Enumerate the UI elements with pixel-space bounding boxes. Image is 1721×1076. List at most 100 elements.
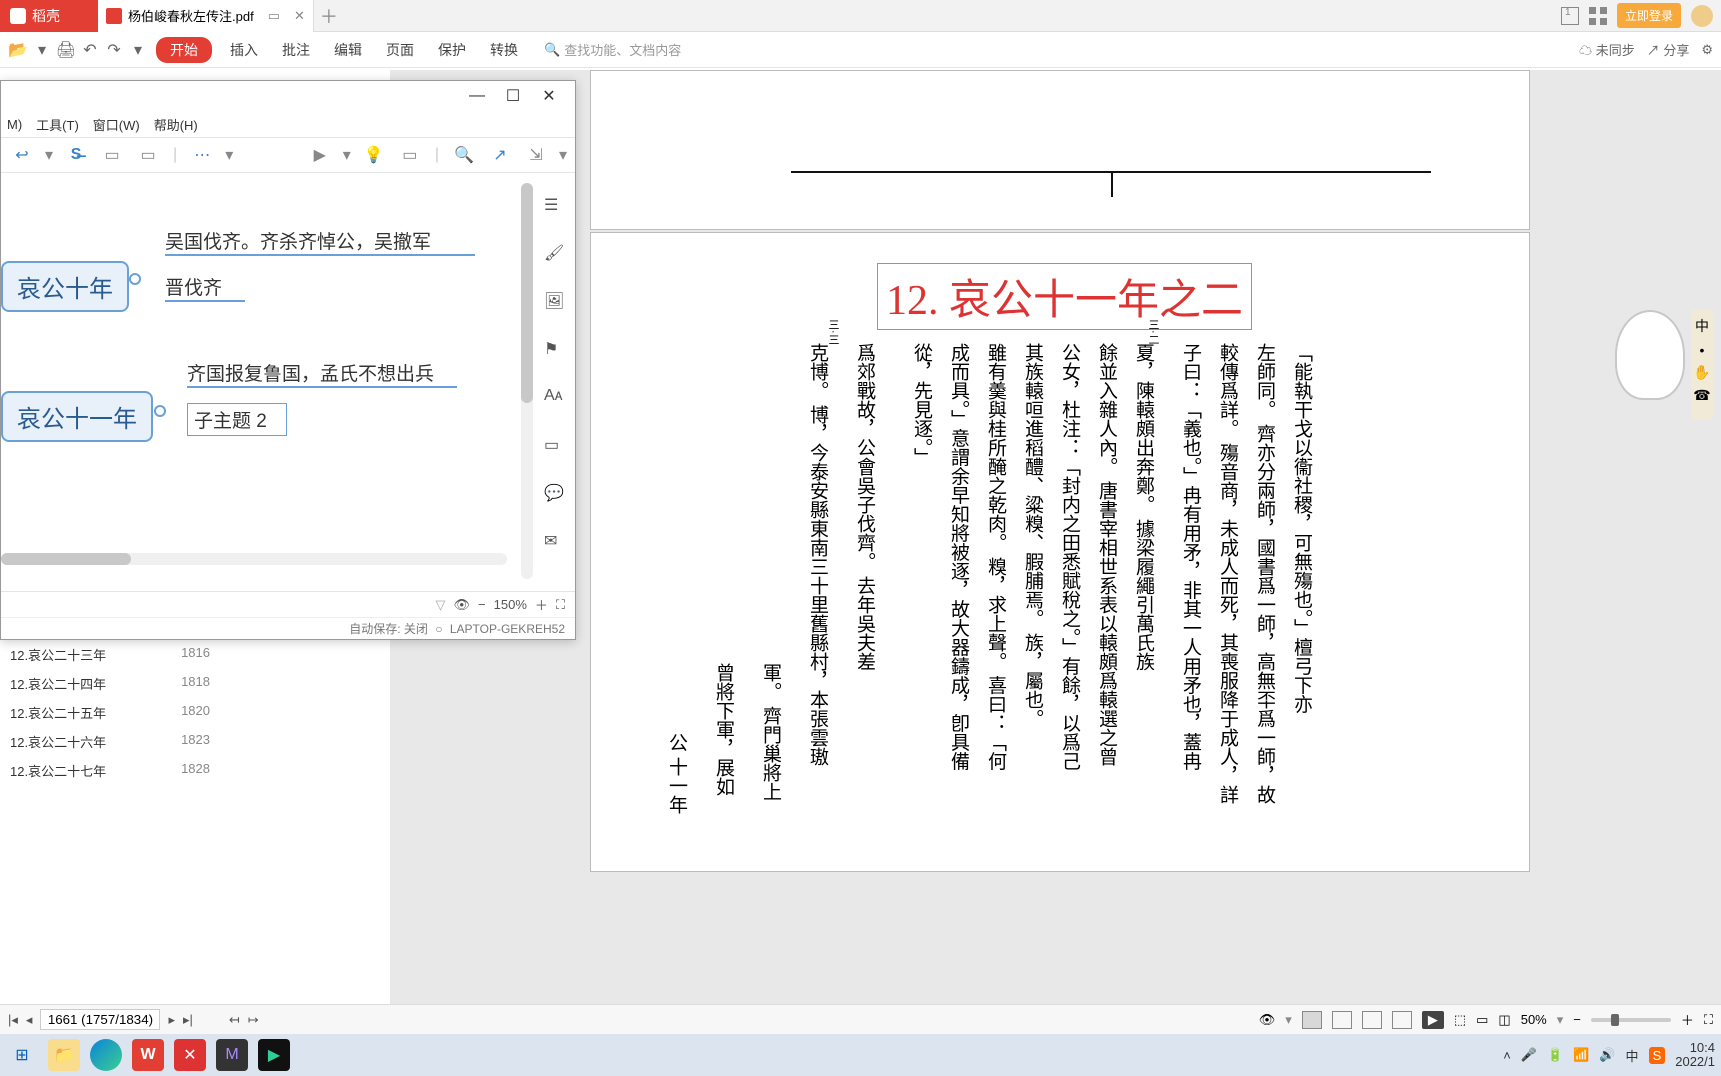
pdf-viewport[interactable]: 12. 哀公十一年之二 三·二 三·三 「能執干戈以衞社稷，可無殤也。」檀弓下亦… bbox=[390, 70, 1721, 1034]
fit-width-icon[interactable]: ⬚ bbox=[1454, 1012, 1466, 1028]
back-nav-icon[interactable]: ↤ bbox=[229, 1012, 240, 1028]
close-tab-icon[interactable]: ✕ bbox=[294, 8, 305, 24]
avatar-icon[interactable] bbox=[1691, 5, 1713, 27]
login-button[interactable]: 立即登录 bbox=[1617, 3, 1681, 28]
node-year11-child2[interactable]: 子主题 2 bbox=[187, 403, 287, 436]
apps-grid-icon[interactable] bbox=[1589, 7, 1607, 25]
tab-convert[interactable]: 转换 bbox=[480, 40, 528, 60]
settings-icon[interactable]: ⚙ bbox=[1701, 42, 1713, 58]
zoom-knob[interactable] bbox=[1611, 1014, 1619, 1026]
more-dropdown-icon[interactable]: ▾ bbox=[128, 41, 148, 59]
hscroll-thumb[interactable] bbox=[1, 553, 131, 565]
new-tab-button[interactable]: ＋ bbox=[314, 3, 344, 29]
terminal-icon[interactable]: ▶ bbox=[258, 1039, 290, 1071]
clock[interactable]: 10:4 2022/1 bbox=[1675, 1041, 1715, 1070]
outline-item[interactable]: 12.哀公二十四年1818 bbox=[0, 669, 220, 698]
slideshow-icon[interactable]: ▶ bbox=[1422, 1011, 1444, 1029]
open-icon[interactable]: 📂 bbox=[8, 41, 28, 59]
node-year10-child2[interactable]: 晋伐齐 bbox=[165, 273, 245, 302]
flag-icon[interactable]: ⚑ bbox=[544, 339, 566, 361]
zoom-slider[interactable] bbox=[1591, 1018, 1671, 1022]
two-page-icon[interactable] bbox=[1362, 1011, 1382, 1029]
sync-status[interactable]: ☁ 未同步 bbox=[1579, 40, 1635, 59]
edge-icon[interactable] bbox=[90, 1039, 122, 1071]
tray-wifi-icon[interactable]: 📶 bbox=[1573, 1047, 1589, 1063]
mindmap-titlebar[interactable]: — ☐ ✕ bbox=[1, 81, 575, 111]
close-icon[interactable]: ✕ bbox=[531, 86, 567, 106]
vscrollbar[interactable] bbox=[521, 183, 533, 579]
fit-page-icon[interactable]: ▭ bbox=[1476, 1012, 1488, 1028]
start-button[interactable]: ⊞ bbox=[6, 1039, 38, 1071]
tray-mic-icon[interactable]: 🎤 bbox=[1521, 1047, 1537, 1063]
expand-dot[interactable] bbox=[129, 273, 141, 285]
filter-icon[interactable]: ▽ bbox=[436, 597, 446, 613]
assistant-opt[interactable]: ☎ bbox=[1693, 387, 1710, 404]
find-icon[interactable]: 🔍 bbox=[451, 144, 477, 166]
tray-chevron-icon[interactable]: ˄ bbox=[1503, 1048, 1511, 1063]
assistant-mascot[interactable] bbox=[1615, 310, 1685, 400]
assistant-opt[interactable]: 中 bbox=[1695, 316, 1709, 336]
wps-icon[interactable]: W bbox=[132, 1039, 164, 1071]
explorer-icon[interactable]: 📁 bbox=[48, 1039, 80, 1071]
undo-icon[interactable]: ↶ bbox=[80, 41, 100, 59]
menu-tools[interactable]: 工具(T) bbox=[36, 115, 79, 134]
first-page-icon[interactable]: |◂ bbox=[8, 1012, 18, 1028]
assistant-opt[interactable]: • bbox=[1700, 342, 1705, 358]
tray-ime-icon[interactable]: 中 bbox=[1626, 1046, 1639, 1065]
minimize-icon[interactable]: — bbox=[459, 87, 495, 105]
tab-start[interactable]: 开始 bbox=[156, 37, 212, 63]
single-page-icon[interactable] bbox=[1302, 1011, 1322, 1029]
search-input[interactable]: 🔍查找功能、文档内容 bbox=[544, 40, 681, 59]
share-icon[interactable]: ↗ bbox=[487, 144, 513, 166]
doc2-icon[interactable]: ▭ bbox=[135, 144, 161, 166]
restore-icon[interactable]: ▭ bbox=[268, 8, 280, 24]
outline-item[interactable]: 12.哀公二十七年1828 bbox=[0, 756, 220, 785]
xmind-icon[interactable]: ✕ bbox=[174, 1039, 206, 1071]
outline-item[interactable]: 12.哀公二十五年1820 bbox=[0, 698, 220, 727]
image-icon[interactable]: 🖼 bbox=[544, 291, 566, 313]
text-icon[interactable]: Aᴀ bbox=[544, 387, 566, 409]
continuous-icon[interactable] bbox=[1332, 1011, 1352, 1029]
format-icon[interactable]: 🖌 bbox=[544, 243, 566, 265]
zoom-value[interactable]: 50% bbox=[1521, 1012, 1547, 1027]
next-page-icon[interactable]: ▸ bbox=[168, 1012, 175, 1028]
fwd-nav-icon[interactable]: ↦ bbox=[248, 1012, 259, 1028]
menu-help[interactable]: 帮助(H) bbox=[154, 115, 198, 134]
outline-item[interactable]: 12.哀公二十六年1823 bbox=[0, 727, 220, 756]
home-tab[interactable]: 稻壳 bbox=[0, 0, 98, 32]
play-icon[interactable]: ▶ bbox=[307, 144, 333, 166]
idea-icon[interactable]: 💡 bbox=[361, 144, 387, 166]
tray-battery-icon[interactable]: 🔋 bbox=[1547, 1047, 1563, 1063]
layout-icon[interactable]: ▭ bbox=[397, 144, 423, 166]
tab-review[interactable]: 批注 bbox=[272, 40, 320, 60]
maximize-icon[interactable]: ☐ bbox=[495, 86, 531, 106]
export-icon[interactable]: ⇲ bbox=[523, 144, 549, 166]
share-button[interactable]: ↗ 分享 bbox=[1647, 40, 1690, 59]
page-input[interactable] bbox=[40, 1009, 160, 1030]
last-page-icon[interactable]: ▸| bbox=[183, 1012, 193, 1028]
note-icon[interactable]: ▭ bbox=[544, 435, 566, 457]
tray-sogou-icon[interactable]: S bbox=[1649, 1047, 1666, 1064]
menu-window[interactable]: 窗口(W) bbox=[93, 115, 140, 134]
tab-protect[interactable]: 保护 bbox=[428, 40, 476, 60]
redo-icon[interactable]: ↷ bbox=[104, 41, 124, 59]
task-icon[interactable]: ✉ bbox=[544, 531, 566, 553]
mindmap-canvas[interactable]: 哀公十年 吴国伐齐。齐杀齐悼公，吴撤军 晋伐齐 哀公十一年 齐国报复鲁国，孟氏不… bbox=[1, 173, 575, 591]
zoom-out[interactable]: − bbox=[1573, 1012, 1581, 1027]
tray-volume-icon[interactable]: 🔊 bbox=[1599, 1047, 1615, 1063]
zoom-in[interactable]: ＋ bbox=[1681, 1010, 1694, 1029]
zoom-out-icon[interactable]: − bbox=[478, 597, 486, 612]
fit-icon[interactable]: ⛶ bbox=[556, 597, 565, 613]
outline-item[interactable]: 12.哀公二十三年1816 bbox=[0, 640, 220, 669]
more-icon[interactable]: ⋯ bbox=[189, 144, 215, 166]
node-year11-child1[interactable]: 齐国报复鲁国，孟氏不想出兵 bbox=[187, 359, 457, 388]
node-year10-child1[interactable]: 吴国伐齐。齐杀齐悼公，吴撤军 bbox=[165, 227, 475, 256]
comment-icon[interactable]: 💬 bbox=[544, 483, 566, 505]
hscrollbar[interactable] bbox=[1, 553, 507, 565]
menu-m[interactable]: M) bbox=[7, 117, 22, 132]
assistant-opt[interactable]: ✋ bbox=[1693, 364, 1710, 381]
tab-page[interactable]: 页面 bbox=[376, 40, 424, 60]
read-mode-icon[interactable]: 👁 bbox=[1259, 1012, 1276, 1028]
node-year11[interactable]: 哀公十一年 bbox=[1, 391, 153, 442]
expand-dot[interactable] bbox=[154, 405, 166, 417]
